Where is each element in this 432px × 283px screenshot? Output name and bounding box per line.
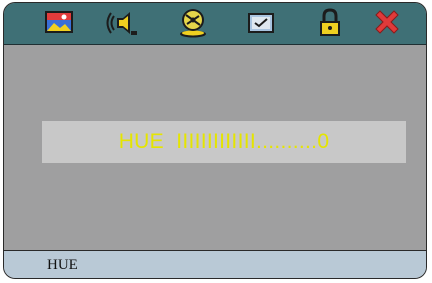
picture-menu-button[interactable] [42, 7, 76, 39]
disc-menu-button[interactable] [176, 7, 210, 39]
speaker-icon [106, 12, 137, 35]
hue-adjust-bar[interactable]: HUE IIIIIIIIIIIII.......... 0 [42, 121, 406, 163]
audio-menu-button[interactable] [105, 7, 139, 39]
osd-content-area: HUE IIIIIIIIIIIII.......... 0 [4, 44, 426, 250]
lock-icon [320, 8, 340, 36]
display-check-icon [248, 13, 274, 33]
lock-menu-button[interactable] [313, 7, 347, 39]
exit-menu-button[interactable] [370, 7, 404, 39]
picture-icon [45, 11, 73, 33]
status-bar: HUE [4, 250, 426, 278]
hue-dots: .......... [255, 130, 318, 153]
hue-ticks: IIIIIIIIIIIII [176, 130, 256, 153]
osd-toolbar [4, 3, 426, 45]
display-menu-button[interactable] [244, 7, 278, 39]
close-icon [375, 10, 399, 34]
osd-menu: HUE IIIIIIIIIIIII.......... 0 HUE [3, 2, 427, 279]
hue-label: HUE [118, 130, 164, 153]
status-text: HUE [47, 257, 78, 273]
hue-value: 0 [317, 130, 330, 153]
disc-icon [180, 9, 206, 38]
